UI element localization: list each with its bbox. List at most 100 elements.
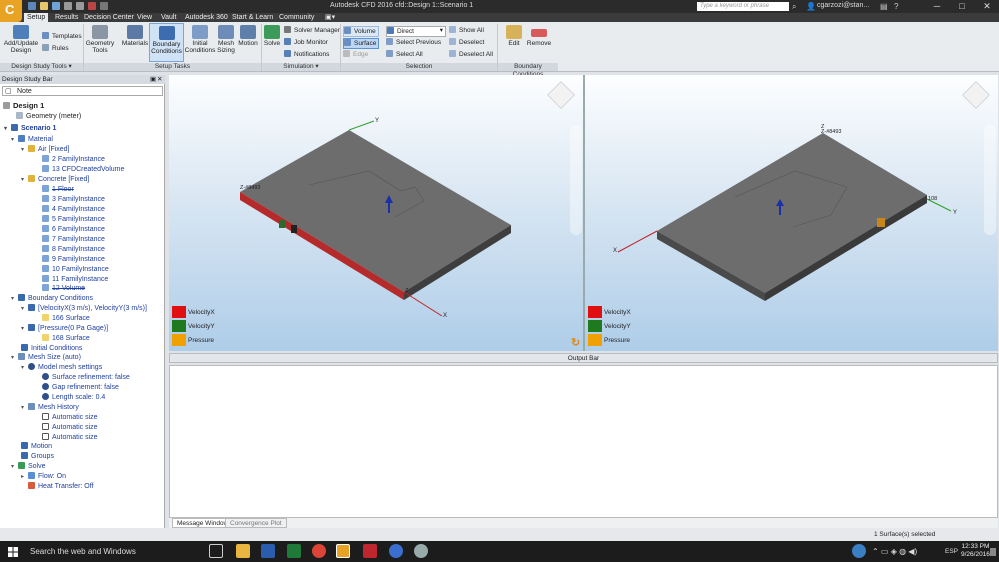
tree-concrete-item[interactable]: 5 FamilyInstance (42, 215, 105, 224)
autodesk-cfd-icon[interactable] (336, 544, 350, 558)
tree-bc-surface[interactable]: 168 Surface (42, 334, 90, 343)
shield-icon[interactable] (363, 544, 377, 558)
job-monitor-button[interactable]: Job Monitor (284, 38, 328, 47)
tab-convergence-plot[interactable]: Convergence Plot (225, 518, 287, 528)
windows-start-icon[interactable] (8, 547, 18, 557)
solver-manager-button[interactable]: Solver Manager (284, 26, 340, 35)
tree-concrete-item[interactable]: 7 FamilyInstance (42, 235, 105, 244)
deselect-all-button[interactable]: Deselect All (449, 50, 493, 59)
notifications-button[interactable]: Notifications (284, 50, 329, 59)
pause-icon[interactable] (100, 2, 108, 10)
tree-mesh-history[interactable]: ▾ Mesh History (21, 403, 79, 413)
mesh-sizing-button[interactable]: Mesh Sizing (215, 25, 237, 54)
tab-autodesk-360[interactable]: Autodesk 360 (182, 13, 231, 22)
tree-concrete-item[interactable]: 12 Volume (42, 284, 85, 293)
tree-mesh-setting[interactable]: Gap refinement: false (42, 383, 119, 392)
excel-icon[interactable] (287, 544, 301, 558)
edge-select-button[interactable]: Edge (343, 50, 368, 59)
solve-button[interactable]: Solve (262, 25, 282, 47)
tree-boundary-conditions[interactable]: ▾ Boundary Conditions (11, 294, 93, 304)
undo-icon[interactable] (64, 2, 72, 10)
edit-button[interactable]: Edit (502, 25, 526, 47)
select-previous-button[interactable]: Select Previous (386, 38, 441, 47)
message-window[interactable] (169, 365, 998, 518)
tree-groups[interactable]: Groups (21, 452, 54, 461)
tree-concrete-item[interactable]: 3 FamilyInstance (42, 195, 105, 204)
tree-concrete[interactable]: ▾ Concrete [Fixed] (21, 175, 89, 185)
tree-concrete-item[interactable]: 11 FamilyInstance (42, 275, 108, 284)
word-icon[interactable] (261, 544, 275, 558)
model-view-right[interactable] (585, 75, 998, 351)
tree-concrete-item[interactable]: 1 Floor (42, 185, 74, 194)
tree-mesh-size[interactable]: ▾ Mesh Size (auto) (11, 353, 81, 363)
refresh-icon[interactable]: ↻ (571, 336, 580, 349)
model-view-left[interactable] (169, 75, 583, 351)
pin-icon[interactable]: ▣ (150, 75, 156, 84)
note-field[interactable]: ▢ Note (2, 86, 163, 96)
tree-bc-surface[interactable]: 166 Surface (42, 314, 90, 323)
tab-vault[interactable]: Vault (158, 13, 179, 22)
volume-select-button[interactable]: Volume (343, 26, 379, 37)
motion-button[interactable]: Motion (236, 25, 260, 47)
tree-air-item[interactable]: 13 CFDCreatedVolume (42, 165, 124, 174)
taskbar-search[interactable]: Search the web and Windows (30, 547, 136, 556)
new-icon[interactable] (28, 2, 36, 10)
viewport-right[interactable]: X Y Z Z-#8493 108 ↻ VelocityX VelocityY … (570, 75, 998, 351)
tree-air-item[interactable]: 2 FamilyInstance (42, 155, 105, 164)
chrome-icon[interactable] (312, 544, 326, 558)
open-icon[interactable] (40, 2, 48, 10)
tree-concrete-item[interactable]: 6 FamilyInstance (42, 225, 105, 234)
play-icon[interactable] (88, 2, 96, 10)
tree-mesh-setting[interactable]: Surface refinement: false (42, 373, 130, 382)
search-input[interactable]: Type a keyword or phrase (697, 2, 789, 11)
tree-material[interactable]: ▾ Material (11, 135, 53, 145)
tray-app-icon[interactable] (852, 544, 866, 558)
tree-concrete-item[interactable]: 8 FamilyInstance (42, 245, 105, 254)
application-menu-button[interactable]: C (0, 0, 22, 22)
ribbon-options-icon[interactable]: ▣▾ (322, 13, 338, 22)
slab-top-face[interactable] (240, 130, 511, 292)
tree-history-item[interactable]: Automatic size (42, 413, 98, 422)
close-button[interactable]: ✕ (975, 0, 999, 13)
tab-setup[interactable]: Setup (24, 13, 49, 22)
initial-conditions-button[interactable]: Initial Conditions (184, 25, 216, 54)
app-icon[interactable] (414, 544, 428, 558)
tree-solve[interactable]: ▾ Solve (11, 462, 46, 472)
tree-history-item[interactable]: Automatic size (42, 433, 98, 442)
file-explorer-icon[interactable] (236, 544, 250, 558)
minimize-button[interactable]: ─ (925, 0, 949, 13)
tree-bc-velocity[interactable]: ▾ [VelocityX(3 m/s), VelocityY(3 m/s)] (21, 304, 147, 314)
selection-mode-dropdown[interactable]: Direct ▾ (386, 26, 446, 37)
notifications-icon[interactable] (990, 548, 996, 556)
user-account[interactable]: cgarzozi@stan... (817, 2, 869, 9)
viewport-left[interactable]: Y X Z-#8493 Z VelocityX VelocityY Pressu… (169, 75, 583, 351)
group-design-study-tools[interactable]: Design Study Tools ▾ (0, 63, 83, 71)
tree-heat-transfer[interactable]: Heat Transfer: Off (28, 482, 94, 491)
user-icon[interactable]: 👤 (806, 2, 816, 11)
help-icon[interactable]: ? (894, 2, 898, 11)
clock[interactable]: 12:33 PM 9/26/2016 (961, 543, 990, 559)
tab-start-learn[interactable]: Start & Learn (229, 13, 276, 22)
tab-view[interactable]: View (134, 13, 155, 22)
deselect-button[interactable]: Deselect (449, 38, 484, 47)
tree-design[interactable]: Design 1 (3, 101, 44, 110)
slab-top-face[interactable] (657, 133, 927, 293)
navigation-bar[interactable] (984, 125, 996, 235)
tray-icons[interactable]: ⌃ ▭ ◈ ◍ ◀) (872, 547, 917, 556)
search-icon[interactable]: ⌕ (792, 2, 796, 11)
tree-concrete-item[interactable]: 10 FamilyInstance (42, 265, 109, 274)
tree-concrete-item[interactable]: 9 FamilyInstance (42, 255, 105, 264)
tree-geometry[interactable]: Geometry (meter) (16, 112, 81, 121)
close-icon[interactable]: ✕ (157, 75, 162, 84)
tree-scenario[interactable]: ▾ Scenario 1 (4, 124, 56, 134)
tree-model-mesh-settings[interactable]: ▾ Model mesh settings (21, 363, 102, 373)
maximize-button[interactable]: □ (950, 0, 974, 13)
rules-button[interactable]: Rules (42, 44, 69, 53)
remove-button[interactable]: Remove (525, 25, 553, 47)
tree-mesh-setting[interactable]: Length scale: 0.4 (42, 393, 105, 402)
boundary-conditions-button[interactable]: Boundary Conditions (149, 23, 184, 62)
navigation-bar-left[interactable] (570, 125, 582, 235)
tab-results[interactable]: Results (52, 13, 81, 22)
language-indicator[interactable]: ESP (945, 548, 958, 555)
tree-history-item[interactable]: Automatic size (42, 423, 98, 432)
